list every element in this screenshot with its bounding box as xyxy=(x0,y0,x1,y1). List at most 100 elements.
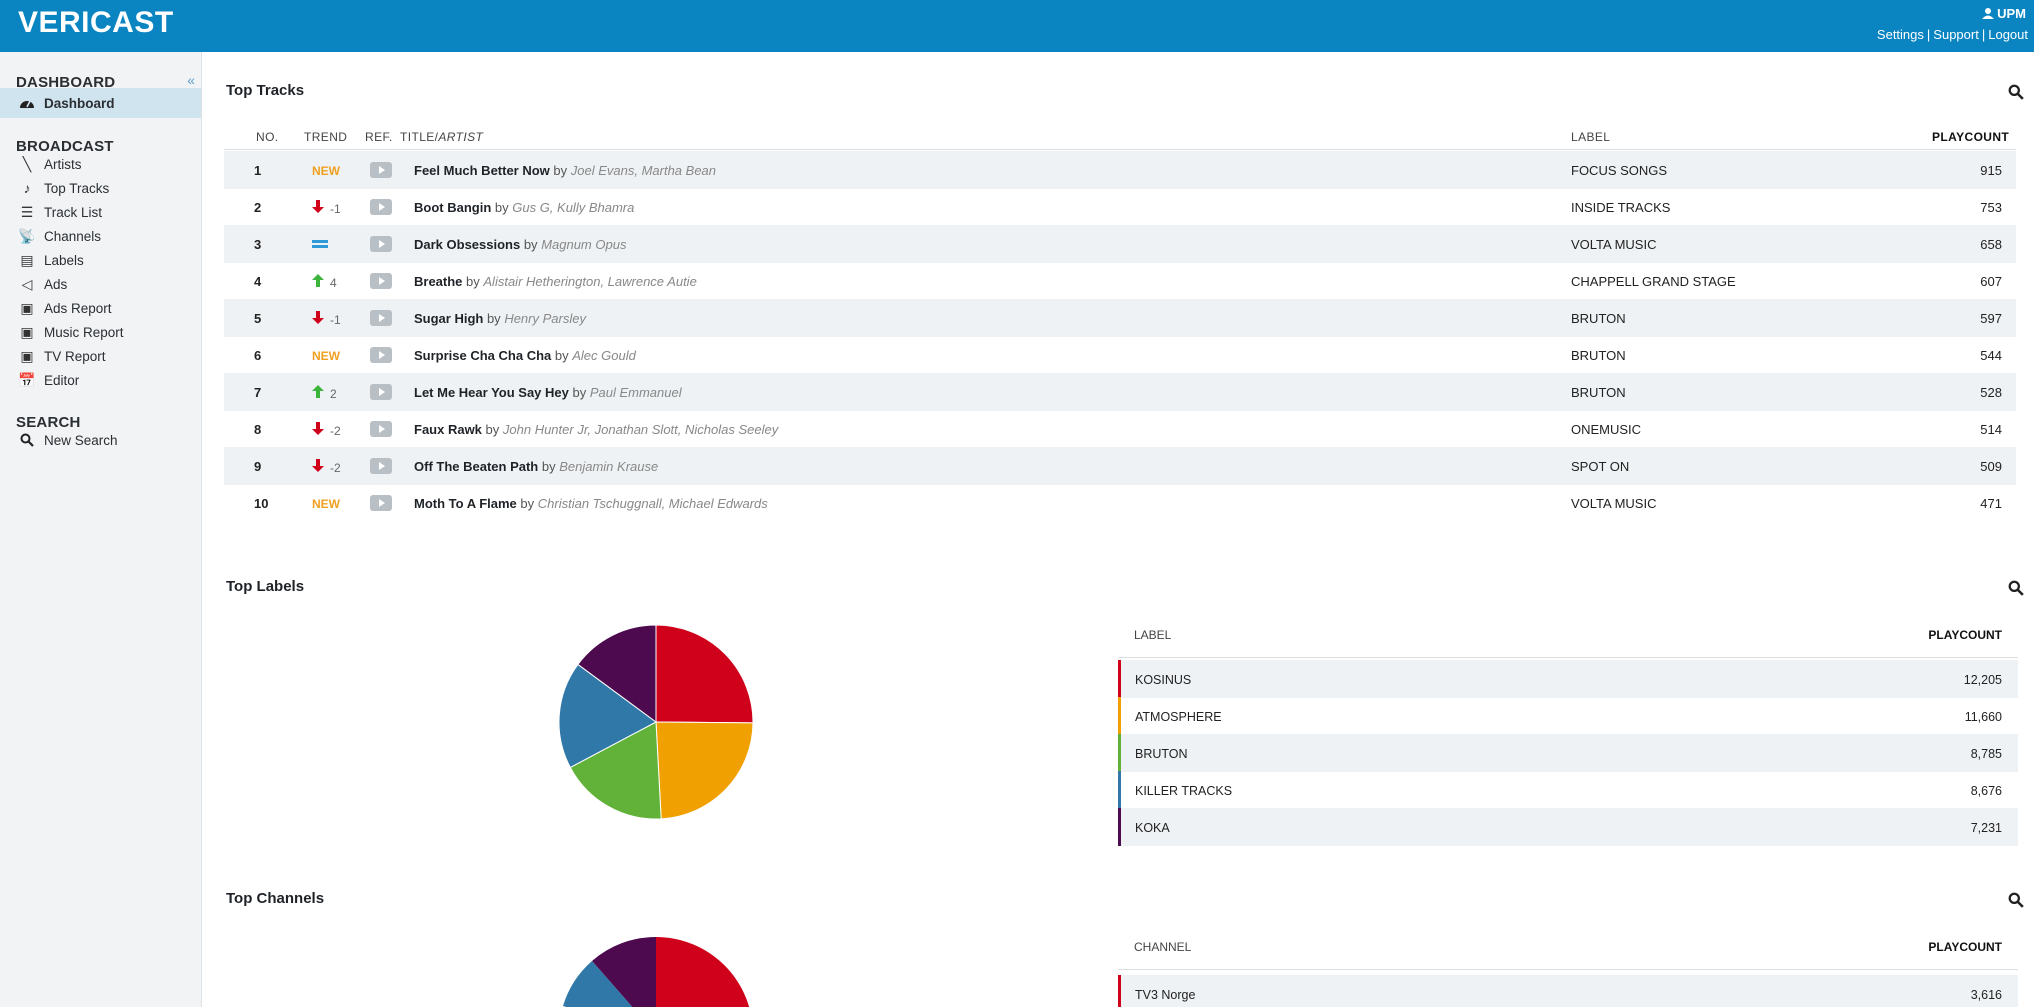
track-title: Breathe xyxy=(414,274,463,289)
play-reference-button[interactable] xyxy=(370,199,392,215)
track-row[interactable]: 3 Dark Obsessions by Magnum Opus VOLTA MUS… xyxy=(224,225,2016,263)
track-label: CHAPPELL GRAND STAGE xyxy=(1571,274,1736,289)
track-row[interactable]: 1 NEW Feel Much Better Now by Joel Evans, … xyxy=(224,151,2016,189)
track-row[interactable]: 10 NEW Moth To A Flame by Christian Tschug… xyxy=(224,484,2016,522)
track-title: Boot Bangin xyxy=(414,200,492,215)
track-trend: -2 xyxy=(312,422,372,438)
label-row[interactable]: ATMOSPHERE 11,660 xyxy=(1118,697,2018,735)
sidebar-item-new-search[interactable]: New Search xyxy=(0,425,201,455)
track-artist: Gus G, Kully Bhamra xyxy=(512,200,635,215)
trend-up-icon xyxy=(312,385,324,398)
top-channels-search-icon[interactable] xyxy=(2008,892,2024,908)
sidebar-item-label: Editor xyxy=(44,372,80,388)
label-name: KILLER TRACKS xyxy=(1135,784,1233,798)
app-header: VERICAST UPM Settings | Support | Logout xyxy=(0,0,2034,52)
play-reference-button[interactable] xyxy=(370,273,392,289)
play-reference-button[interactable] xyxy=(370,384,392,400)
music-note-icon: ♪ xyxy=(23,180,31,196)
label-row[interactable]: KOKA 7,231 xyxy=(1118,808,2018,846)
brand-logo[interactable]: VERICAST xyxy=(18,6,174,40)
track-artist: Alec Gould xyxy=(572,348,636,363)
column-header-channel[interactable]: CHANNEL xyxy=(1134,940,1191,954)
track-rank: 8 xyxy=(254,422,262,437)
label-row[interactable]: BRUTON 8,785 xyxy=(1118,734,2018,772)
column-header-playcount[interactable]: PLAYCOUNT xyxy=(1928,940,2002,954)
track-title-artist[interactable]: Breathe by Alistair Hetherington, Lawren… xyxy=(414,274,697,289)
track-title-artist[interactable]: Boot Bangin by Gus G, Kully Bhamra xyxy=(414,200,634,215)
sidebar-item-editor[interactable]: 📅 Editor xyxy=(0,365,201,395)
track-label: BRUTON xyxy=(1571,385,1626,400)
label-playcount: 11,660 xyxy=(1964,710,2002,724)
play-reference-button[interactable] xyxy=(370,458,392,474)
track-rank: 5 xyxy=(254,311,262,326)
track-trend: -1 xyxy=(312,200,372,216)
support-link[interactable]: Support xyxy=(1933,27,1979,42)
track-trend xyxy=(312,237,372,252)
pie-slice-kosinus[interactable] xyxy=(655,624,754,724)
track-title-artist[interactable]: Faux Rawk by John Hunter Jr, Jonathan Sl… xyxy=(414,422,778,437)
top-tracks-search-icon[interactable] xyxy=(2008,84,2024,100)
track-row[interactable]: 2 -1 Boot Bangin by Gus G, Kully Bhamra INS… xyxy=(224,188,2016,226)
track-title-artist[interactable]: Feel Much Better Now by Joel Evans, Mart… xyxy=(414,163,716,178)
top-labels-search-icon[interactable] xyxy=(2008,580,2024,596)
trend-same-icon xyxy=(312,240,328,248)
sidebar-item-dashboard[interactable]: Dashboard xyxy=(0,88,201,118)
track-row[interactable]: 9 -2 Off The Beaten Path by Benjamin Kraus… xyxy=(224,447,2016,485)
top-labels-table-header: LABEL PLAYCOUNT xyxy=(1118,628,2018,658)
track-label: FOCUS SONGS xyxy=(1571,163,1668,178)
column-header-playcount[interactable]: PLAYCOUNT xyxy=(1932,130,2009,144)
play-reference-button[interactable] xyxy=(370,162,392,178)
play-reference-button[interactable] xyxy=(370,347,392,363)
user-menu[interactable]: UPM xyxy=(1982,6,2026,21)
track-trend: -2 xyxy=(312,459,372,475)
label-color-bar xyxy=(1118,734,1121,772)
column-header-label[interactable]: LABEL xyxy=(1571,130,1610,144)
play-reference-button[interactable] xyxy=(370,310,392,326)
by-word: by xyxy=(551,348,573,363)
label-color-bar xyxy=(1118,697,1121,735)
label-row[interactable]: KOSINUS 12,205 xyxy=(1118,660,2018,698)
track-title-artist[interactable]: Moth To A Flame by Christian Tschuggnall… xyxy=(414,496,768,511)
track-row[interactable]: 5 -1 Sugar High by Henry Parsley BRUTON 597 xyxy=(224,299,2016,337)
label-playcount: 8,785 xyxy=(1970,747,2002,761)
tv-report-icon: ▣ xyxy=(20,347,34,364)
play-reference-button[interactable] xyxy=(370,236,392,252)
megaphone-icon: ◁ xyxy=(21,275,33,292)
track-title: Let Me Hear You Say Hey xyxy=(414,385,569,400)
track-row[interactable]: 7 2 Let Me Hear You Say Hey by Paul Emmanu… xyxy=(224,373,2016,411)
label-color-bar xyxy=(1118,771,1121,809)
label-row[interactable]: KILLER TRACKS 8,676 xyxy=(1118,771,2018,809)
logout-link[interactable]: Logout xyxy=(1988,27,2028,42)
channel-row[interactable]: TV3 Norge 3,616 xyxy=(1118,975,2018,1007)
track-row[interactable]: 8 -2 Faux Rawk by John Hunter Jr, Jonathan… xyxy=(224,410,2016,448)
track-title-artist[interactable]: Off The Beaten Path by Benjamin Krause xyxy=(414,459,658,474)
play-reference-button[interactable] xyxy=(370,495,392,511)
sidebar-item-label: Channels xyxy=(44,228,102,244)
column-header-title-artist[interactable]: TITLE/ARTIST xyxy=(400,130,483,144)
track-rank: 1 xyxy=(254,163,262,178)
column-header-ref[interactable]: REF. xyxy=(365,130,393,144)
settings-link[interactable]: Settings xyxy=(1877,27,1924,42)
label-name: ATMOSPHERE xyxy=(1135,710,1222,724)
music-report-icon: ▣ xyxy=(20,323,34,340)
track-playcount: 607 xyxy=(1980,274,2002,289)
column-header-no[interactable]: NO. xyxy=(256,130,279,144)
track-row[interactable]: 4 4 Breathe by Alistair Hetherington, Lawr… xyxy=(224,262,2016,300)
track-rank: 7 xyxy=(254,385,262,400)
column-header-trend[interactable]: TREND xyxy=(304,130,347,144)
column-header-playcount[interactable]: PLAYCOUNT xyxy=(1928,628,2002,642)
pie-slice-atmosphere[interactable] xyxy=(655,721,754,820)
track-playcount: 471 xyxy=(1980,496,2002,511)
sidebar-item-label: Ads xyxy=(44,276,68,292)
track-title-artist[interactable]: Sugar High by Henry Parsley xyxy=(414,311,586,326)
collapse-sidebar-button[interactable]: « xyxy=(187,72,195,88)
track-title-artist[interactable]: Let Me Hear You Say Hey by Paul Emmanuel xyxy=(414,385,682,400)
label-name: KOKA xyxy=(1135,821,1170,835)
by-word: by xyxy=(481,422,503,437)
column-header-label[interactable]: LABEL xyxy=(1134,628,1171,642)
play-reference-button[interactable] xyxy=(370,421,392,437)
track-title-artist[interactable]: Dark Obsessions by Magnum Opus xyxy=(414,237,626,252)
track-title-artist[interactable]: Surprise Cha Cha Cha by Alec Gould xyxy=(414,348,636,363)
track-row[interactable]: 6 NEW Surprise Cha Cha Cha by Alec Gould BR… xyxy=(224,336,2016,374)
sidebar-item-label: Track List xyxy=(44,204,103,220)
